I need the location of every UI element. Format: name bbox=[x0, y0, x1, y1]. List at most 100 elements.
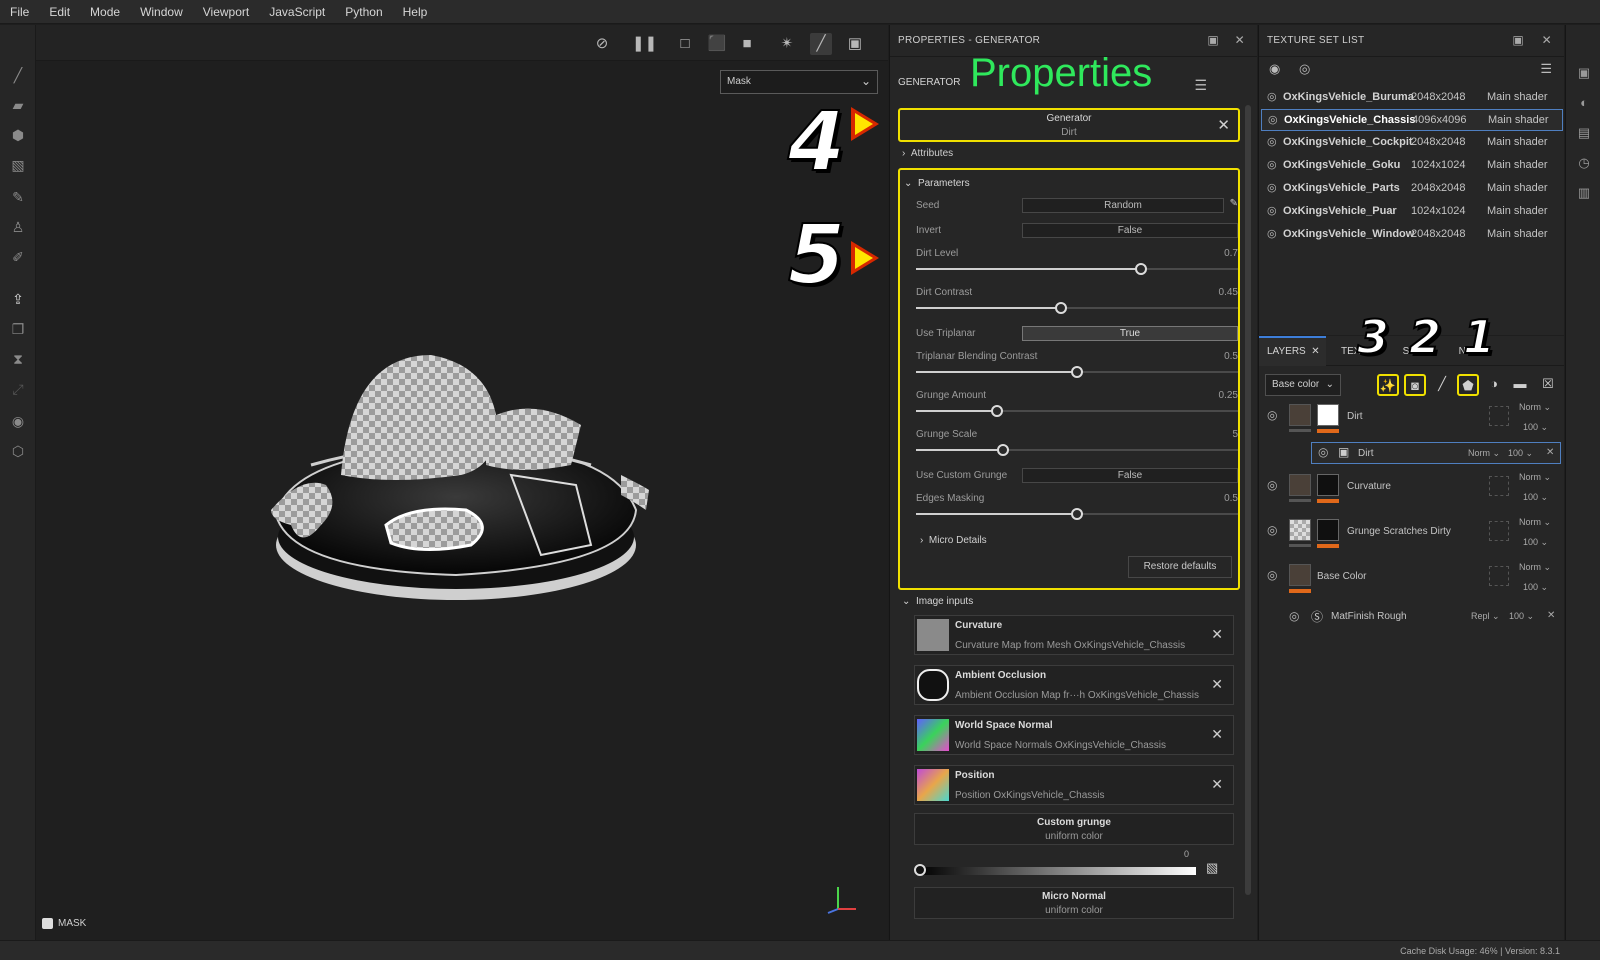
layer-base-color[interactable]: ◎ Base Color Norm ⌄ 100 ⌄ bbox=[1259, 562, 1565, 606]
add-folder-icon[interactable]: ▬ bbox=[1509, 374, 1531, 396]
remove-effect-icon[interactable]: ✕ bbox=[1546, 447, 1554, 458]
undock-icon[interactable]: ▣ bbox=[1207, 33, 1219, 47]
eye-icon[interactable]: ◎ bbox=[1267, 204, 1277, 217]
3d-viewport[interactable]: ⊘ ❚❚ □ ⬛ ■ ✴ ╱ ▣ Mask ⌄ MASK 4 5 bbox=[36, 25, 888, 940]
display-icon[interactable]: ▣ bbox=[1575, 65, 1593, 83]
add-effect-icon[interactable]: ◑ bbox=[1483, 374, 1505, 396]
layer-matfinish-rough[interactable]: ◎ Ⓢ MatFinish Rough Repl ⌄ 100 ⌄ ✕ bbox=[1259, 606, 1565, 628]
channel-dropdown[interactable]: Mask ⌄ bbox=[720, 70, 878, 94]
input-world-space-normal[interactable]: World Space Normal World Space Normals O… bbox=[914, 715, 1234, 755]
eye-icon[interactable]: ◎ bbox=[1267, 227, 1277, 240]
swap-icon[interactable]: ▧ bbox=[1206, 860, 1218, 876]
eye-icon[interactable]: ◎ bbox=[1318, 445, 1328, 459]
delete-icon[interactable]: ☒ bbox=[1537, 374, 1559, 396]
eye-icon[interactable]: ◎ bbox=[1267, 181, 1277, 194]
panel-menu-icon[interactable]: ☰ bbox=[1194, 77, 1207, 94]
texture-set-row[interactable]: ◎ OxKingsVehicle_Parts 2048x2048 Main sh… bbox=[1261, 178, 1563, 200]
eye-icon[interactable]: ◎ bbox=[1268, 113, 1278, 126]
eye-icon[interactable]: ◎ bbox=[1267, 568, 1277, 582]
opacity[interactable]: 100 ⌄ bbox=[1523, 582, 1548, 593]
custom-grunge-input[interactable]: Custom grunge uniform color bbox=[914, 813, 1234, 845]
close-icon[interactable]: ✕ bbox=[1311, 346, 1319, 357]
opacity[interactable]: 100 ⌄ bbox=[1508, 448, 1533, 459]
blend-mode[interactable]: Norm ⌄ bbox=[1519, 517, 1551, 528]
triplanar-contrast-slider[interactable] bbox=[916, 366, 1238, 378]
archive-icon[interactable]: ▤ bbox=[1575, 125, 1593, 143]
screenshot-icon[interactable]: ▣ bbox=[844, 33, 866, 55]
remove-generator-icon[interactable]: ✕ bbox=[1217, 116, 1230, 134]
dirt-contrast-slider[interactable] bbox=[916, 302, 1238, 314]
properties-scrollbar[interactable] bbox=[1245, 105, 1251, 895]
add-generator-icon[interactable]: ✨ bbox=[1377, 374, 1399, 396]
mask-thumbnail[interactable] bbox=[1317, 519, 1339, 541]
menu-mode[interactable]: Mode bbox=[90, 5, 120, 19]
texture-set-row[interactable]: ◎ OxKingsVehicle_Window 2048x2048 Main s… bbox=[1261, 224, 1563, 246]
slider-handle[interactable] bbox=[997, 444, 1009, 456]
layer-curvature[interactable]: ◎ Curvature Norm ⌄ 100 ⌄ bbox=[1259, 472, 1565, 516]
blend-mode[interactable]: Norm ⌄ bbox=[1468, 448, 1500, 459]
opacity[interactable]: 100 ⌄ bbox=[1509, 611, 1534, 622]
generator-selector[interactable]: Generator Dirt ✕ bbox=[898, 108, 1240, 142]
slider-handle[interactable] bbox=[1071, 508, 1083, 520]
undock-icon[interactable]: ▣ bbox=[1512, 33, 1524, 47]
export-icon[interactable]: ⇪ bbox=[8, 289, 28, 309]
texture-set-shader[interactable]: Main shader bbox=[1487, 159, 1548, 171]
input-position[interactable]: Position Position OxKingsVehicle_Chassis… bbox=[914, 765, 1234, 805]
menu-viewport[interactable]: Viewport bbox=[203, 5, 249, 19]
blend-mode[interactable]: Repl ⌄ bbox=[1471, 611, 1500, 622]
menu-file[interactable]: File bbox=[10, 5, 29, 19]
grunge-scale-slider[interactable] bbox=[916, 444, 1238, 456]
texture-set-shader[interactable]: Main shader bbox=[1487, 205, 1548, 217]
opacity[interactable]: 100 ⌄ bbox=[1523, 492, 1548, 503]
eye-icon[interactable]: ◎ bbox=[1267, 408, 1277, 422]
texture-set-shader[interactable]: Main shader bbox=[1487, 182, 1548, 194]
slider-handle[interactable] bbox=[991, 405, 1003, 417]
remove-input-icon[interactable]: ✕ bbox=[1211, 676, 1223, 693]
add-fill-layer-icon[interactable]: ⬟ bbox=[1457, 374, 1479, 396]
color-picker-tool-icon[interactable]: ✐ bbox=[8, 247, 28, 267]
slider-handle[interactable] bbox=[914, 864, 926, 876]
menu-python[interactable]: Python bbox=[345, 5, 382, 19]
remove-input-icon[interactable]: ✕ bbox=[1211, 726, 1223, 743]
camera-icon[interactable]: ■ bbox=[736, 33, 758, 55]
clone-stamp-tool-icon[interactable]: ♙ bbox=[8, 217, 28, 237]
display-settings-icon[interactable]: ◉ bbox=[8, 411, 28, 431]
paint-brush-tool-icon[interactable]: ╱ bbox=[8, 65, 28, 85]
history-icon[interactable]: ◷ bbox=[1575, 155, 1593, 173]
texture-set-row[interactable]: ◎ OxKingsVehicle_Buruma 2048x2048 Main s… bbox=[1261, 87, 1563, 109]
eye-icon[interactable]: ◎ bbox=[1289, 609, 1299, 623]
edges-masking-slider[interactable] bbox=[916, 508, 1238, 520]
eye-icon[interactable]: ◎ bbox=[1267, 523, 1277, 537]
restore-defaults-button[interactable]: Restore defaults bbox=[1128, 556, 1232, 578]
eye-icon[interactable]: ◎ bbox=[1267, 90, 1277, 103]
shader-icon[interactable]: ◐ bbox=[1575, 95, 1593, 113]
invert-field[interactable]: False bbox=[1022, 223, 1238, 238]
generator-effect-dirt[interactable]: ◎ ▣ Dirt Norm ⌄ 100 ⌄ ✕ bbox=[1311, 442, 1561, 464]
menu-window[interactable]: Window bbox=[140, 5, 183, 19]
use-custom-grunge-field[interactable]: False bbox=[1022, 468, 1238, 483]
close-icon[interactable]: ✕ bbox=[1235, 33, 1245, 47]
input-curvature[interactable]: Curvature Curvature Map from Mesh OxKing… bbox=[914, 615, 1234, 655]
use-triplanar-field[interactable]: True bbox=[1022, 326, 1238, 341]
grayscale-slider[interactable] bbox=[914, 864, 1196, 876]
projection-tool-icon[interactable]: ⬢ bbox=[8, 125, 28, 145]
close-icon[interactable]: ✕ bbox=[1542, 33, 1552, 47]
menu-help[interactable]: Help bbox=[403, 5, 428, 19]
texture-set-shader[interactable]: Main shader bbox=[1487, 91, 1548, 103]
texture-set-row[interactable]: ◎ OxKingsVehicle_Goku 1024x1024 Main sha… bbox=[1261, 155, 1563, 177]
eye-icon[interactable]: ◎ bbox=[1299, 61, 1310, 77]
menu-javascript[interactable]: JavaScript bbox=[269, 5, 325, 19]
attributes-section[interactable]: › Attributes bbox=[902, 148, 953, 159]
eraser-tool-icon[interactable]: ▰ bbox=[8, 95, 28, 115]
remove-effect-icon[interactable]: ✕ bbox=[1547, 610, 1555, 621]
eye-icon[interactable]: ◎ bbox=[1267, 158, 1277, 171]
seed-field[interactable]: Random bbox=[1022, 198, 1224, 213]
texture-set-row[interactable]: ◎ OxKingsVehicle_Cockpit 2048x2048 Main … bbox=[1261, 132, 1563, 154]
log-icon[interactable]: ▥ bbox=[1575, 185, 1593, 203]
input-ambient-occlusion[interactable]: Ambient Occlusion Ambient Occlusion Map … bbox=[914, 665, 1234, 705]
edit-pencil-icon[interactable]: ✎ bbox=[1230, 198, 1238, 209]
channel-select[interactable]: Base color ⌄ bbox=[1265, 374, 1341, 396]
mask-thumbnail[interactable] bbox=[1317, 474, 1339, 496]
eye-icon[interactable]: ◎ bbox=[1267, 478, 1277, 492]
remove-input-icon[interactable]: ✕ bbox=[1211, 776, 1223, 793]
